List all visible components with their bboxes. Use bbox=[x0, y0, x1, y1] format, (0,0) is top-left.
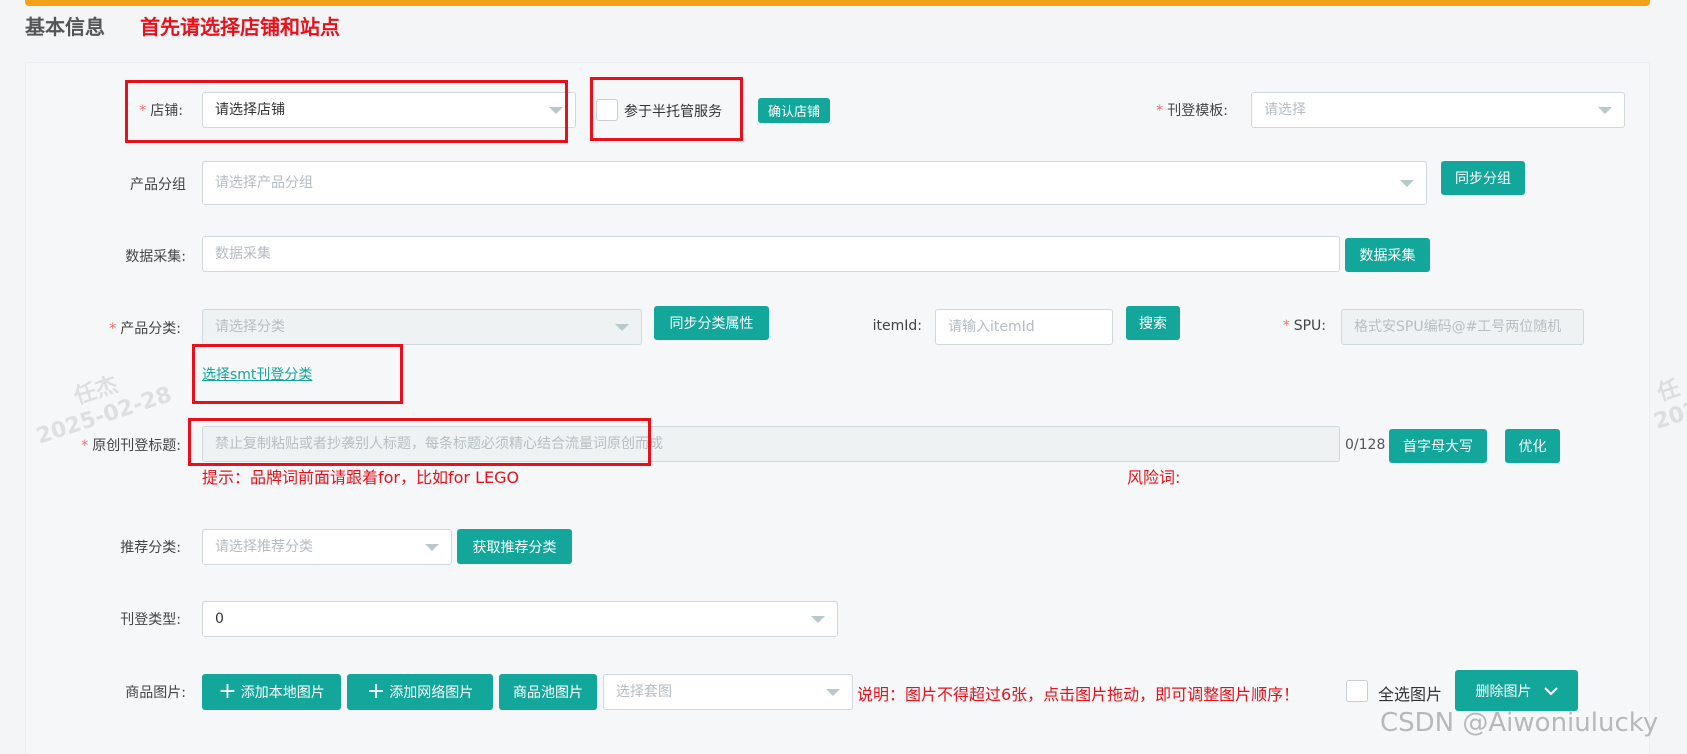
section-notice: 首先请选择店铺和站点 bbox=[140, 15, 340, 39]
add-local-image-button[interactable]: + 添加本地图片 bbox=[202, 674, 341, 710]
title-counter: 0/128 bbox=[1345, 437, 1386, 453]
confirm-store-button[interactable]: 确认店铺 bbox=[758, 98, 830, 123]
image-note: 说明：图片不得超过6张，点击图片拖动，即可调整图片顺序！ bbox=[857, 685, 1300, 704]
images-label: 商品图片: bbox=[125, 685, 186, 701]
template-select[interactable]: 请选择 bbox=[1251, 92, 1625, 128]
category-label: * 产品分类: bbox=[109, 321, 181, 337]
recommend-label: 推荐分类: bbox=[120, 540, 181, 556]
highlight-box-store bbox=[125, 80, 568, 143]
highlight-box-smt-category bbox=[192, 344, 403, 404]
delete-images-button[interactable]: 删除图片 bbox=[1455, 670, 1578, 711]
product-group-select[interactable]: 请选择产品分组 bbox=[202, 161, 1427, 205]
item-id-input[interactable]: 请输入itemId bbox=[935, 309, 1113, 345]
select-all-images-checkbox[interactable] bbox=[1346, 680, 1368, 702]
template-label: * 刊登模板: bbox=[1156, 103, 1228, 119]
sync-group-button[interactable]: 同步分组 bbox=[1441, 161, 1525, 195]
spu-label: * SPU: bbox=[1282, 318, 1326, 334]
item-id-label: itemId: bbox=[872, 318, 922, 334]
risk-words-label: 风险词: bbox=[1127, 468, 1181, 487]
recommend-select[interactable]: 请选择推荐分类 bbox=[202, 529, 452, 565]
chevron-down-icon bbox=[615, 324, 629, 331]
section-title: 基本信息 bbox=[25, 15, 105, 39]
data-collect-label: 数据采集: bbox=[125, 249, 186, 265]
category-select[interactable]: 请选择分类 bbox=[202, 309, 642, 345]
chevron-down-icon bbox=[826, 689, 840, 696]
sync-category-attr-button[interactable]: 同步分类属性 bbox=[654, 306, 769, 340]
highlight-box-semi-managed bbox=[590, 77, 743, 141]
spu-input[interactable]: 格式安SPU编码@#工号两位随机 bbox=[1341, 309, 1584, 345]
chevron-down-icon bbox=[811, 616, 825, 623]
title-hint: 提示：品牌词前面请跟着for，比如for LEGO bbox=[202, 468, 520, 487]
listing-type-select[interactable]: 0 bbox=[202, 601, 838, 637]
chevron-down-icon bbox=[1543, 686, 1558, 695]
data-collect-input[interactable]: 数据采集 bbox=[202, 236, 1340, 272]
image-pool-button[interactable]: 商品池图片 bbox=[499, 674, 597, 710]
data-collect-button[interactable]: 数据采集 bbox=[1345, 238, 1430, 272]
highlight-box-title bbox=[188, 418, 651, 466]
chevron-down-icon bbox=[425, 544, 439, 551]
optimize-button[interactable]: 优化 bbox=[1505, 429, 1560, 463]
add-web-image-button[interactable]: + 添加网络图片 bbox=[347, 674, 493, 710]
plus-icon: + bbox=[366, 679, 386, 704]
chevron-down-icon bbox=[1598, 107, 1612, 114]
search-button[interactable]: 搜索 bbox=[1126, 306, 1180, 340]
product-group-label: 产品分组 bbox=[130, 177, 186, 193]
plus-icon: + bbox=[218, 679, 237, 704]
top-accent-bar bbox=[25, 0, 1650, 6]
image-set-select[interactable]: 选择套图 bbox=[603, 674, 853, 710]
select-all-images-label: 全选图片 bbox=[1378, 685, 1443, 704]
listing-type-label: 刊登类型: bbox=[120, 612, 181, 628]
chevron-down-icon bbox=[1400, 180, 1414, 187]
capitalize-button[interactable]: 首字母大写 bbox=[1389, 429, 1487, 463]
title-label: * 原创刊登标题: bbox=[81, 438, 181, 454]
get-recommend-button[interactable]: 获取推荐分类 bbox=[457, 529, 572, 564]
csdn-watermark: CSDN @Aiwoniulucky bbox=[1380, 708, 1659, 738]
